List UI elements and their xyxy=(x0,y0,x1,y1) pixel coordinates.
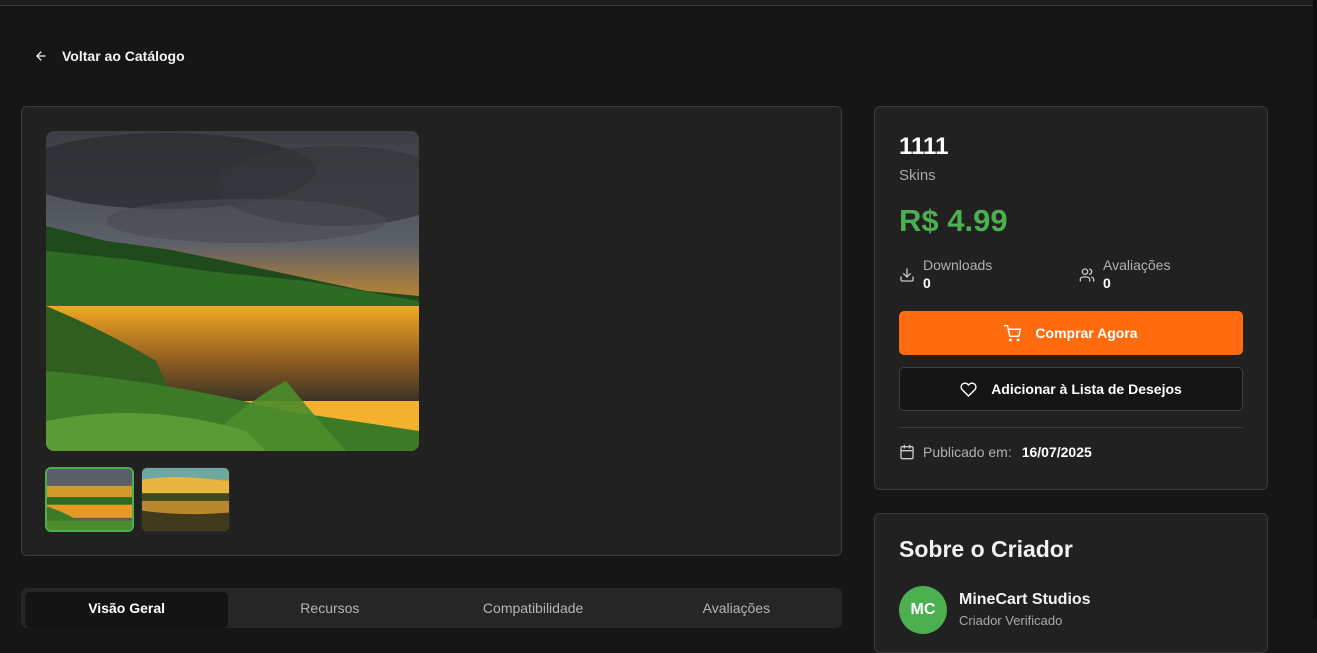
creator-subtitle: Criador Verificado xyxy=(959,613,1063,628)
back-label: Voltar ao Catálogo xyxy=(62,48,185,64)
add-to-wishlist-button[interactable]: Adicionar à Lista de Desejos xyxy=(899,367,1243,411)
creator-avatar[interactable]: MC xyxy=(899,586,947,634)
product-category: Skins xyxy=(899,167,936,184)
product-tabs: Visão Geral Recursos Compatibilidade Ava… xyxy=(21,588,842,628)
tab-overview[interactable]: Visão Geral xyxy=(25,592,229,628)
product-title: 1111 xyxy=(899,133,949,160)
published-label: Publicado em: xyxy=(923,444,1012,460)
users-icon xyxy=(1079,268,1095,282)
downloads-label: Downloads xyxy=(923,257,993,273)
buy-now-label: Comprar Agora xyxy=(1035,325,1138,341)
buy-now-button[interactable]: Comprar Agora xyxy=(899,311,1243,355)
thumbnail-1[interactable] xyxy=(45,467,134,532)
reviews-value: 0 xyxy=(1103,275,1111,291)
back-to-catalog-link[interactable]: Voltar ao Catálogo xyxy=(34,46,185,66)
window-top-border xyxy=(0,0,1317,6)
published-info: Publicado em: 16/07/2025 xyxy=(899,444,1092,460)
add-to-wishlist-label: Adicionar à Lista de Desejos xyxy=(991,381,1182,397)
product-info-card: 1111 Skins R$ 4.99 Downloads 0 Avaliaçõe… xyxy=(874,106,1268,490)
heart-icon xyxy=(960,381,977,397)
creator-card: Sobre o Criador MC MineCart Studios Cria… xyxy=(874,513,1268,653)
creator-section-title: Sobre o Criador xyxy=(899,536,1073,562)
scrollbar[interactable] xyxy=(1313,0,1317,619)
divider xyxy=(899,427,1243,428)
downloads-stat: Downloads 0 xyxy=(899,257,992,292)
tab-compatibility[interactable]: Compatibilidade xyxy=(432,592,635,628)
download-icon xyxy=(900,268,914,282)
tab-features[interactable]: Recursos xyxy=(228,592,431,628)
creator-name[interactable]: MineCart Studios xyxy=(959,591,1091,609)
product-price: R$ 4.99 xyxy=(899,203,1008,238)
arrow-left-icon xyxy=(36,51,46,61)
published-date: 16/07/2025 xyxy=(1021,444,1092,460)
main-product-image xyxy=(46,131,419,451)
downloads-value: 0 xyxy=(923,275,931,291)
reviews-stat: Avaliações 0 xyxy=(1079,257,1170,292)
product-gallery xyxy=(21,106,842,556)
thumbnail-2[interactable] xyxy=(141,467,230,532)
calendar-icon xyxy=(900,444,914,460)
reviews-label: Avaliações xyxy=(1103,257,1171,273)
cart-icon xyxy=(1004,324,1022,341)
tab-reviews[interactable]: Avaliações xyxy=(635,592,838,628)
